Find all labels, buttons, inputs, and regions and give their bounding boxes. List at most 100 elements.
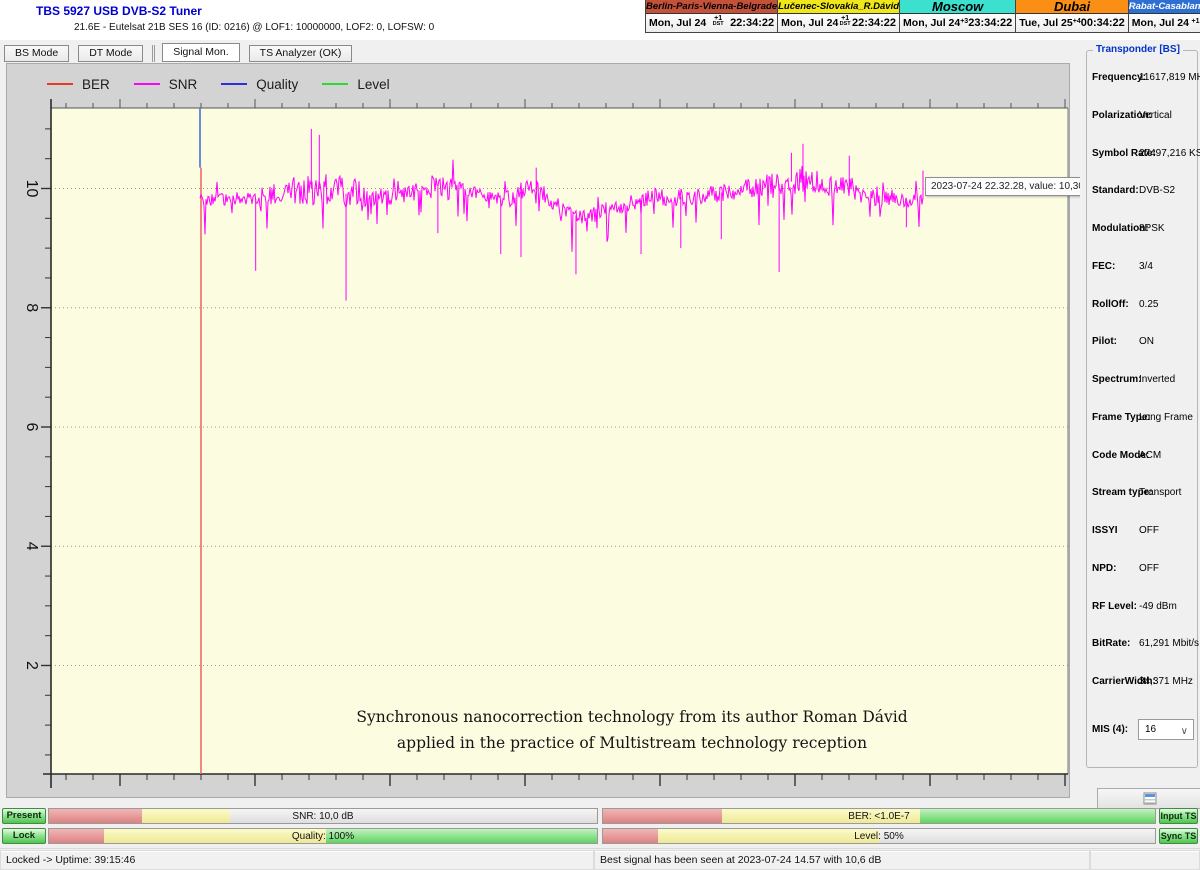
y-tick-label: 8: [23, 303, 40, 312]
field-value: Vertical: [1139, 110, 1172, 121]
transponder-groupbox: Transponder [BS] Frequency:11617,819 MHz…: [1086, 50, 1198, 768]
field-value: DVB-S2: [1139, 185, 1175, 196]
input-ts-button[interactable]: Input TS: [1159, 808, 1198, 824]
clock-dst-flag: DST: [713, 22, 724, 28]
meter-bar: Quality: 100%: [48, 828, 598, 844]
clock-city-label: Moscow: [900, 0, 1015, 14]
signal-chart[interactable]: 246810: [7, 64, 1069, 797]
meter-bar: SNR: 10,0 dB: [48, 808, 598, 824]
field-row: BitRate: 61,291 Mbit/s: [1087, 638, 1199, 652]
stream-list-icon: [1142, 792, 1158, 805]
field-row: Pilot:ON: [1087, 336, 1199, 350]
field-value: -49 dBm: [1139, 601, 1177, 612]
chevron-down-icon: ∨: [1181, 722, 1188, 741]
mode-tabs: BS Mode DT Mode Signal Mon. TS Analyzer (OK…: [4, 42, 361, 62]
field-value: Transport: [1139, 487, 1181, 498]
field-label: Standard:: [1092, 185, 1139, 196]
field-row: CarrierWidth:34,371 MHz: [1087, 676, 1199, 690]
clock-time: 23:34:22: [968, 17, 1012, 29]
clock-5: Rabat-Casablanca-LondonMon, Jul 24+121:3…: [1128, 0, 1200, 32]
field-row: ISSYIOFF: [1087, 525, 1199, 539]
mis-row: MIS (4): 16 ∨: [1087, 719, 1199, 741]
field-row: Symbol Rate:27497,216 KS/s: [1087, 148, 1199, 162]
clock-2: Lučenec-Slovakia_R.DávidMon, Jul 24+1DST…: [777, 0, 899, 32]
field-label: RollOff:: [1092, 299, 1129, 310]
present-button[interactable]: Present: [2, 808, 46, 824]
y-tick-label: 6: [23, 423, 40, 432]
field-label: ISSYI: [1092, 525, 1118, 536]
field-value: 11617,819 MHz: [1139, 72, 1200, 83]
tab-bs-mode[interactable]: BS Mode: [4, 45, 69, 62]
status-best-signal: Best signal has been seen at 2023-07-24 …: [594, 850, 1090, 870]
status-lock-uptime: Locked -> Uptime: 39:15:46: [0, 850, 594, 870]
clock-time: 22:34:22: [730, 17, 774, 29]
mis-select[interactable]: 16 ∨: [1138, 719, 1194, 740]
mis-label: MIS (4):: [1092, 724, 1128, 735]
field-label: Spectrum:: [1092, 374, 1141, 385]
tab-signal-mon-[interactable]: Signal Mon.: [162, 43, 239, 62]
field-row: RF Level:-49 dBm: [1087, 601, 1199, 615]
clock-3: Moscow Mon, Jul 24+323:34:22: [899, 0, 1015, 32]
field-row: Frequency:11617,819 MHz: [1087, 72, 1199, 86]
clock-time-row: Mon, Jul 24+121:34:22: [1129, 14, 1200, 32]
field-label: Pilot:: [1092, 336, 1117, 347]
clock-date: Mon, Jul 24: [903, 17, 960, 29]
field-value: ACM: [1139, 450, 1161, 461]
meter-bar-label: Quality: 100%: [49, 829, 597, 843]
field-row: Frame Type:Long Frame: [1087, 412, 1199, 426]
field-row: RollOff: 0.25: [1087, 299, 1199, 313]
meter-row: PresentSNR: 10,0 dB BER: <1.0E-7 Input TS: [0, 808, 1200, 824]
field-label: FEC:: [1092, 261, 1115, 272]
mis-selected-value: 16: [1145, 724, 1156, 735]
clock-offset-value: +3: [960, 18, 968, 25]
field-row: Code Mode:ACM: [1087, 450, 1199, 464]
ts-list-button[interactable]: [1097, 788, 1200, 809]
field-value: 3/4: [1139, 261, 1153, 272]
meter-bar-label: Level: 50%: [603, 829, 1155, 843]
clock-time: 22:34:22: [852, 17, 896, 29]
header-bar: TBS 5927 USB DVB-S2 Tuner 21.6E - Eutels…: [0, 0, 1200, 40]
lock-button[interactable]: Lock: [2, 828, 46, 844]
field-value: 34,371 MHz: [1139, 676, 1193, 687]
field-label: NPD:: [1092, 563, 1116, 574]
clock-4: DubaiTue, Jul 25+400:34:22: [1015, 0, 1128, 32]
transponder-groupbox-title: Transponder [BS]: [1093, 44, 1183, 55]
field-row: Polarization:Vertical: [1087, 110, 1199, 124]
tab-dt-mode[interactable]: DT Mode: [78, 45, 143, 62]
field-value: 61,291 Mbit/s: [1139, 638, 1199, 649]
field-label: Frequency:: [1092, 72, 1146, 83]
tab-ts-analyzer-ok-[interactable]: TS Analyzer (OK): [249, 45, 353, 62]
chart-annotation: Synchronous nanocorrection technology fr…: [157, 704, 1107, 756]
field-value: 8PSK: [1139, 223, 1165, 234]
clock-time-row: Mon, Jul 24+1DST22:34:22: [778, 14, 899, 32]
field-row: NPD: OFF: [1087, 563, 1199, 577]
field-value: Long Frame: [1139, 412, 1193, 423]
clock-city-label: Lučenec-Slovakia_R.Dávid: [778, 0, 899, 14]
clock-utc-offset: +1: [1192, 18, 1200, 25]
world-clocks: Berlin-Paris-Vienna-BelgradeMon, Jul 24+…: [645, 0, 1200, 33]
meter-bar: Level: 50%: [602, 828, 1156, 844]
field-row: Spectrum:Inverted: [1087, 374, 1199, 388]
clock-utc-offset: +1DST: [713, 15, 724, 28]
field-value: 0.25: [1139, 299, 1158, 310]
clock-offset-value: +1: [1192, 18, 1200, 25]
meter-row: LockQuality: 100% Level: 50% Sync TS: [0, 828, 1200, 844]
field-row: Standard:DVB-S2: [1087, 185, 1199, 199]
transponder-panel: Transponder [BS] Frequency:11617,819 MHz…: [1080, 40, 1200, 848]
clock-1: Berlin-Paris-Vienna-BelgradeMon, Jul 24+…: [646, 0, 777, 32]
clock-dst-flag: DST: [840, 22, 851, 28]
field-value: OFF: [1139, 563, 1159, 574]
field-label: BitRate:: [1092, 638, 1130, 649]
meter-bar: BER: <1.0E-7: [602, 808, 1156, 824]
field-row: Modulation:8PSK: [1087, 223, 1199, 237]
status-spacer: [1090, 850, 1200, 870]
field-row: FEC: 3/4: [1087, 261, 1199, 275]
field-value: Inverted: [1139, 374, 1175, 385]
clock-date: Mon, Jul 24: [1132, 17, 1189, 29]
clock-date: Mon, Jul 24: [649, 17, 706, 29]
status-bar: Locked -> Uptime: 39:15:46 Best signal h…: [0, 848, 1200, 870]
clock-city-label: Rabat-Casablanca-London: [1129, 0, 1200, 14]
field-row: Stream type:Transport: [1087, 487, 1199, 501]
sync-ts-button[interactable]: Sync TS: [1159, 828, 1198, 844]
meter-bar-label: BER: <1.0E-7: [603, 809, 1155, 823]
